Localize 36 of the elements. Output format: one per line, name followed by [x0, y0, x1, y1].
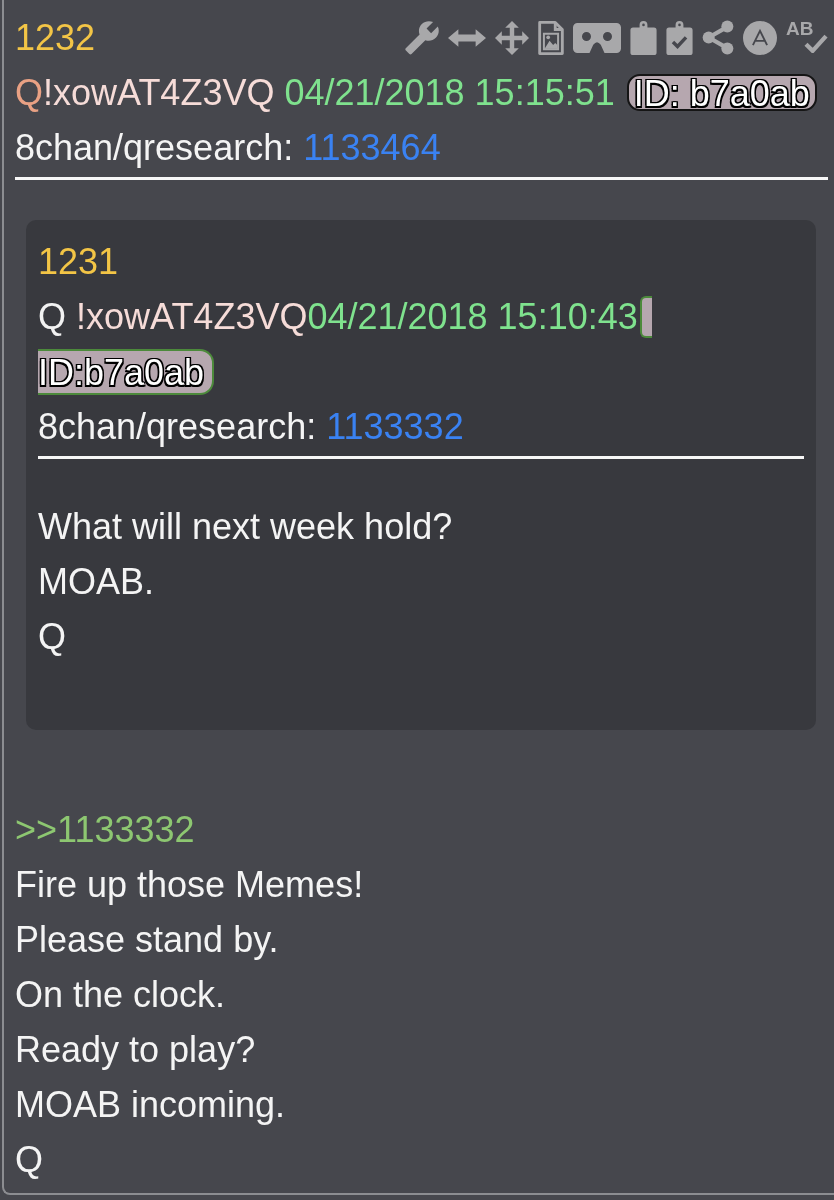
post-link[interactable]: 1133332 [326, 405, 464, 448]
author-name: Q [15, 71, 43, 114]
post-text: Ready to play? [15, 1028, 256, 1071]
tripcode: !xowAT4Z3VQ [76, 295, 308, 338]
post-text: Please stand by. [15, 918, 279, 961]
post-text: On the clock. [15, 973, 226, 1016]
reply-link[interactable]: >>1133332 [15, 808, 195, 851]
post-text: What will next week hold? [38, 505, 453, 548]
timestamp: 04/21/2018 15:15:51 [284, 71, 615, 114]
board-label: 8chan/qresearch: [15, 126, 294, 169]
post-link[interactable]: 1133464 [303, 126, 441, 169]
vr-headset-icon[interactable] [573, 22, 621, 53]
post-number: 1232 [15, 16, 96, 60]
id-badge: ID:b7a0ab [38, 348, 215, 395]
post-number: 1231 [38, 240, 119, 284]
post-text: MOAB. [38, 560, 154, 603]
post-text: Q [15, 1138, 43, 1181]
board-label: 8chan/qresearch: [38, 405, 317, 448]
post-text: Fire up those Memes! [15, 863, 364, 906]
horizontal-arrows-icon[interactable] [448, 28, 486, 47]
move-arrows-icon[interactable] [495, 20, 529, 55]
post-text: Q [38, 615, 66, 658]
post-text: MOAB incoming. [15, 1083, 286, 1126]
check-icon [804, 33, 828, 53]
author-name: Q [38, 295, 66, 338]
badge-fragment [639, 295, 652, 338]
clipboard-check-icon[interactable] [666, 20, 693, 55]
circle-a-icon[interactable] [743, 20, 777, 55]
image-file-icon[interactable] [538, 20, 564, 55]
tripcode: !xowAT4Z3VQ [43, 71, 275, 114]
id-badge: ID: b7a0ab [626, 74, 817, 111]
spellcheck-button[interactable]: AB [786, 18, 828, 57]
timestamp: 04/21/2018 15:10:43 [307, 295, 638, 338]
share-icon[interactable] [702, 20, 734, 55]
wrench-icon[interactable] [405, 20, 439, 55]
clipboard-icon[interactable] [630, 20, 657, 55]
